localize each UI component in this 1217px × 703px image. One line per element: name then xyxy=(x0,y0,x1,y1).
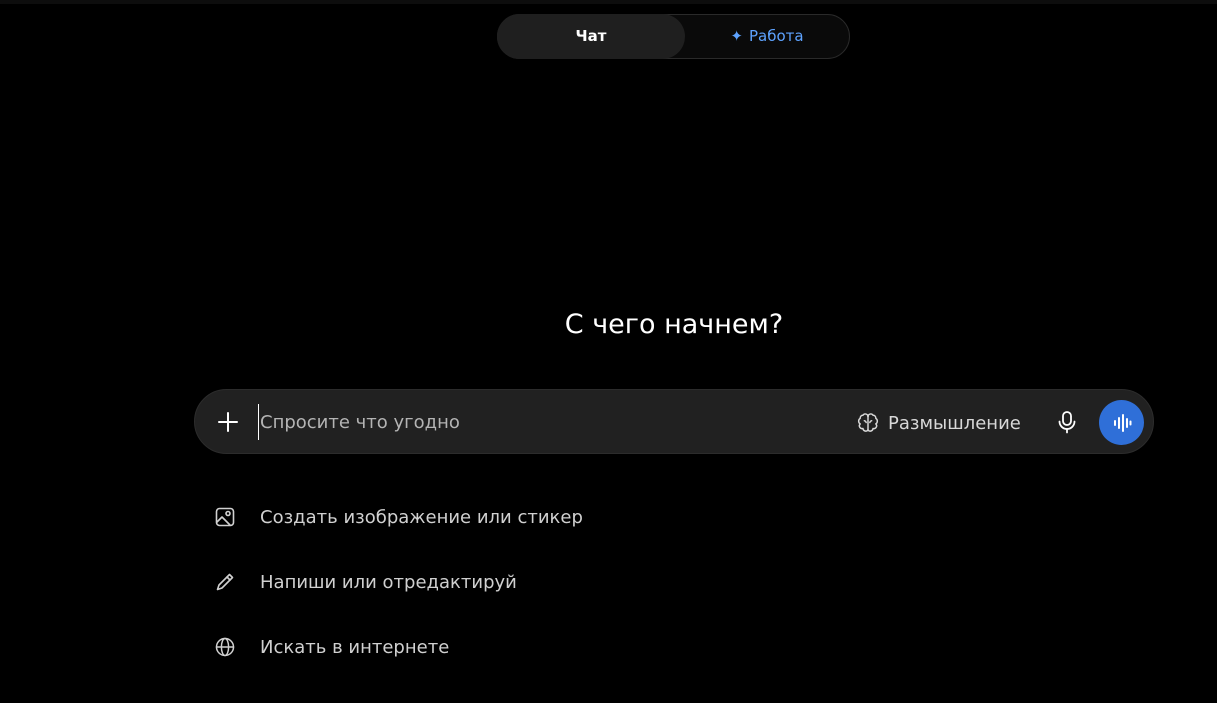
pencil-icon xyxy=(212,569,238,595)
tab-work-label: Работа xyxy=(748,27,804,45)
image-icon xyxy=(212,504,238,530)
tab-work[interactable]: ✦ Работа xyxy=(684,14,850,59)
microphone-button[interactable] xyxy=(1049,404,1085,440)
microphone-icon xyxy=(1058,411,1076,434)
suggestion-create-image[interactable]: Создать изображение или стикер xyxy=(212,497,583,537)
add-attachment-button[interactable] xyxy=(209,403,247,441)
page-title: С чего начнем? xyxy=(564,309,784,340)
suggestion-label: Создать изображение или стикер xyxy=(260,506,583,528)
thinking-label: Размышление xyxy=(888,412,1021,434)
sparkle-icon: ✦ xyxy=(730,27,743,45)
globe-icon xyxy=(212,634,238,660)
tab-chat[interactable]: Чат xyxy=(497,14,685,59)
suggestion-label: Напиши или отредактируй xyxy=(260,571,517,593)
plus-icon xyxy=(218,412,238,432)
mode-toggle: Чат ✦ Работа xyxy=(497,14,850,59)
top-divider xyxy=(0,0,1217,4)
voice-mode-button[interactable] xyxy=(1099,400,1144,445)
prompt-input[interactable] xyxy=(258,404,840,440)
brain-icon xyxy=(857,413,879,432)
voice-wave-icon xyxy=(1113,413,1131,432)
suggestion-web-search[interactable]: Искать в интернете xyxy=(212,627,449,667)
tab-chat-label: Чат xyxy=(575,27,607,45)
thinking-button[interactable]: Размышление xyxy=(857,404,1021,442)
composer: Размышление xyxy=(194,389,1154,454)
suggestion-write-edit[interactable]: Напиши или отредактируй xyxy=(212,562,517,602)
page: Чат ✦ Работа С чего начнем? Размышление xyxy=(0,0,1217,703)
suggestion-label: Искать в интернете xyxy=(260,636,450,658)
